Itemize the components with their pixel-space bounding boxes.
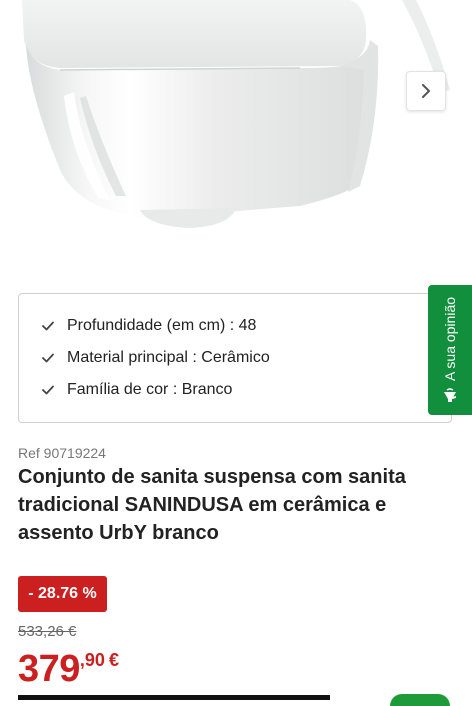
feature-text: Família de cor : Branco bbox=[67, 381, 233, 398]
chevron-right-icon bbox=[422, 84, 430, 98]
feature-text: Material principal : Cerâmico bbox=[67, 349, 270, 366]
feedback-tab-content: A sua opinião bbox=[439, 285, 461, 415]
product-title: Conjunto de sanita suspensa com sanita t… bbox=[18, 466, 406, 544]
check-icon bbox=[41, 319, 55, 333]
feature-item: Profundidade (em cm) : 48 bbox=[19, 310, 451, 342]
floating-action-button[interactable] bbox=[390, 694, 450, 706]
gallery-next-button[interactable] bbox=[406, 71, 446, 111]
add-to-cart-bar[interactable] bbox=[18, 695, 330, 700]
check-icon bbox=[41, 351, 55, 365]
product-ref: Ref 90719224 bbox=[18, 445, 106, 461]
price-currency: € bbox=[108, 650, 119, 670]
check-icon bbox=[41, 383, 55, 397]
feedback-label: A sua opinião bbox=[442, 296, 458, 382]
current-price: 379 ,90 € bbox=[18, 648, 119, 690]
feature-item: Material principal : Cerâmico bbox=[19, 342, 451, 374]
feedback-tab[interactable]: A sua opinião bbox=[428, 285, 472, 415]
product-gallery[interactable] bbox=[0, 0, 472, 278]
discount-badge: - 28.76 % bbox=[18, 576, 107, 612]
old-price: 533,26 € bbox=[18, 623, 77, 640]
price-decimals: ,90 bbox=[79, 650, 105, 670]
product-image[interactable] bbox=[0, 0, 472, 278]
features-box: Profundidade (em cm) : 48 Material princ… bbox=[18, 293, 452, 423]
megaphone-icon bbox=[444, 388, 456, 403]
feature-item: Família de cor : Branco bbox=[19, 374, 451, 406]
price-integer: 379 bbox=[18, 648, 80, 690]
feature-text: Profundidade (em cm) : 48 bbox=[67, 317, 257, 334]
